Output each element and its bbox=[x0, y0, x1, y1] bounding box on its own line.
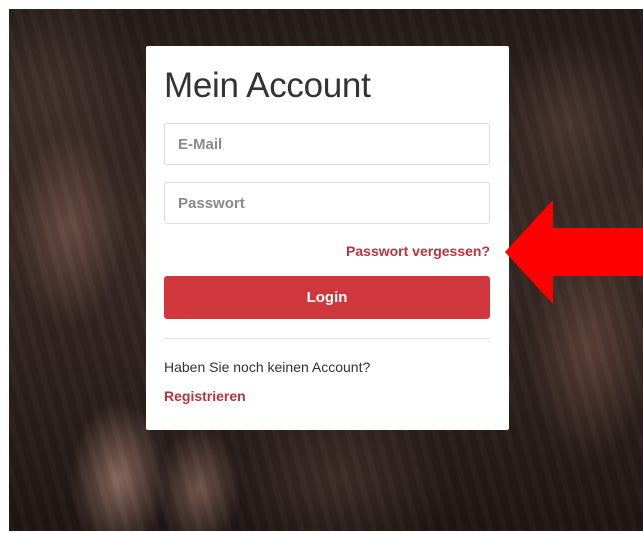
register-link[interactable]: Registrieren bbox=[164, 388, 246, 404]
forgot-password-link[interactable]: Passwort vergessen? bbox=[346, 243, 490, 259]
red-arrow-left-icon bbox=[505, 200, 643, 304]
login-button[interactable]: Login bbox=[164, 276, 490, 319]
divider bbox=[164, 338, 490, 339]
login-card: Mein Account Passwort vergessen? Login H… bbox=[146, 46, 509, 430]
page-title: Mein Account bbox=[164, 66, 371, 105]
email-field[interactable] bbox=[164, 123, 490, 165]
no-account-text: Haben Sie noch keinen Account? bbox=[164, 359, 371, 375]
password-field[interactable] bbox=[164, 182, 490, 224]
